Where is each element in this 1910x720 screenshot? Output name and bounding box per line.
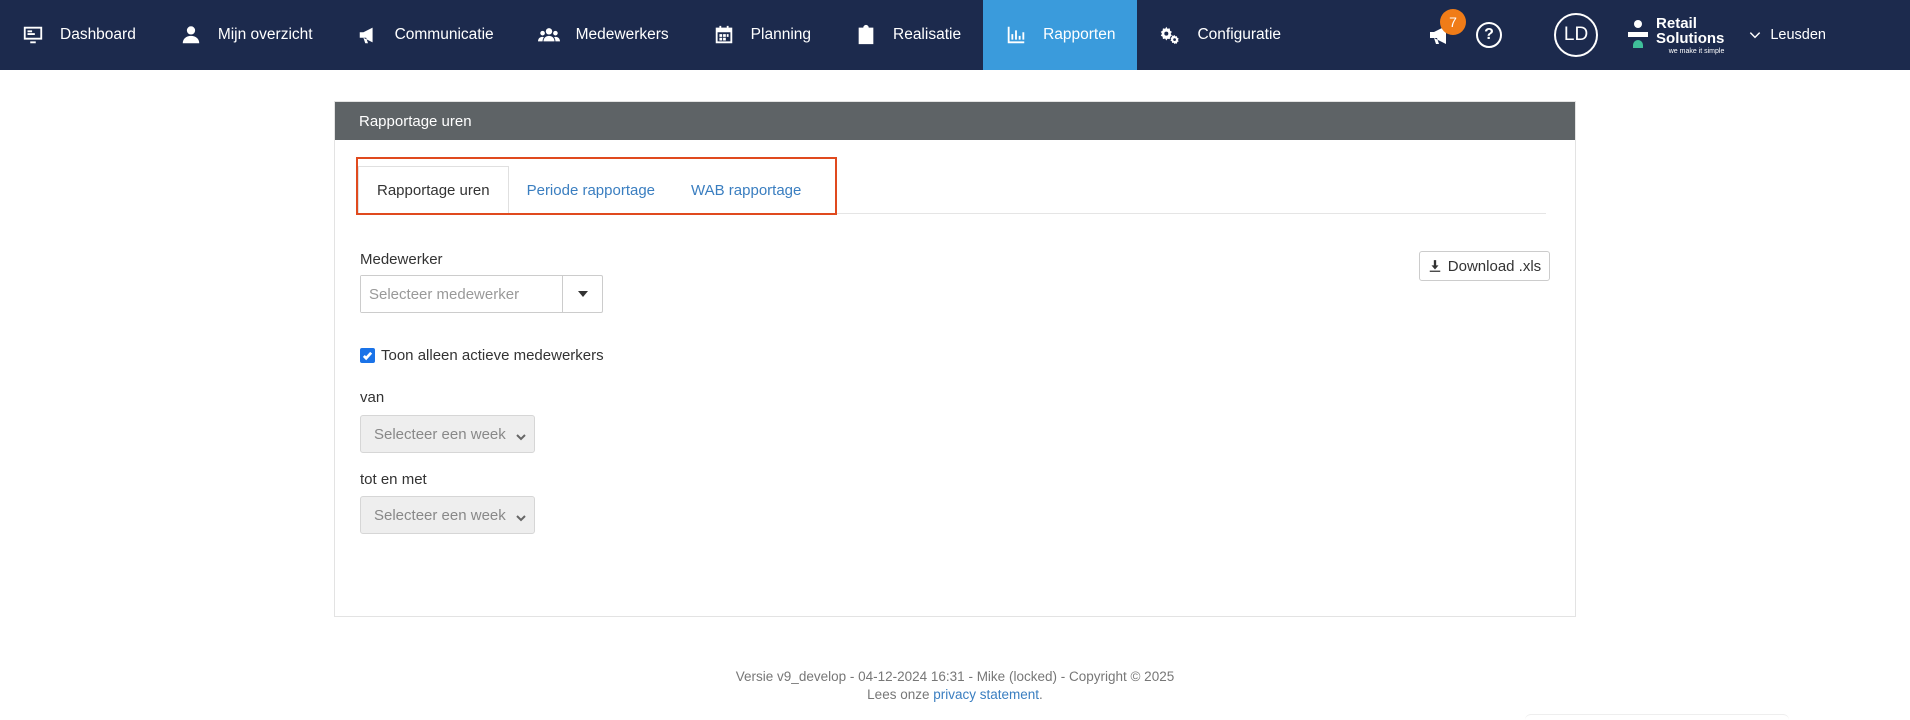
calendar-icon <box>713 24 735 46</box>
tot-label: tot en met <box>360 471 427 488</box>
nav-configuratie[interactable]: Configuratie <box>1137 0 1303 70</box>
chevron-down-icon <box>1750 32 1761 39</box>
chevron-down-icon <box>516 429 526 441</box>
version-line: Versie v9_develop - 04-12-2024 16:31 - M… <box>735 669 1175 684</box>
chevron-down-icon <box>516 510 526 522</box>
active-only-row: Toon alleen actieve medewerkers <box>360 347 604 364</box>
nav-label: Mijn overzicht <box>217 26 313 43</box>
nav-label: Realisatie <box>893 26 962 43</box>
panel-heading: Rapportage uren <box>335 102 1575 140</box>
van-select-value: Selecteer een week <box>374 425 506 443</box>
nav-label: Dashboard <box>60 26 136 43</box>
tab-rapportage-uren[interactable]: Rapportage uren <box>358 166 509 215</box>
nav-label: Planning <box>750 26 811 43</box>
medewerker-dropdown-toggle[interactable] <box>562 276 602 312</box>
van-label: van <box>360 389 385 406</box>
active-only-label: Toon alleen actieve medewerkers <box>381 347 604 364</box>
privacy-statement-link[interactable]: privacy statement <box>933 687 1039 702</box>
avatar[interactable]: LD <box>1554 13 1599 57</box>
nav-communicatie[interactable]: Communicatie <box>335 0 516 70</box>
tab-periode-rapportage[interactable]: Periode rapportage <box>509 166 673 214</box>
brand-mark-icon <box>1628 20 1649 50</box>
van-week-select[interactable]: Selecteer een week <box>360 415 535 453</box>
bar-chart-icon <box>1005 24 1027 46</box>
download-icon <box>1429 260 1441 272</box>
corner-widget-edge <box>1525 714 1789 720</box>
notification-badge: 7 <box>1440 9 1467 35</box>
clipboard-icon <box>855 24 877 46</box>
active-only-checkbox[interactable] <box>360 348 375 363</box>
location-selector[interactable]: Leusden <box>1748 27 1826 43</box>
footer: Versie v9_develop - 04-12-2024 16:31 - M… <box>0 668 1910 704</box>
medewerker-label: Medewerker <box>360 251 443 268</box>
gears-icon <box>1159 24 1181 46</box>
brand-line2: Solutions <box>1656 29 1725 47</box>
nav-dashboard[interactable]: Dashboard <box>0 0 158 70</box>
nav-planning[interactable]: Planning <box>691 0 833 70</box>
medewerker-combobox <box>360 275 603 313</box>
nav-rapporten[interactable]: Rapporten <box>983 0 1138 70</box>
nav-label: Medewerkers <box>575 26 669 43</box>
nav-medewerkers[interactable]: Medewerkers <box>516 0 691 70</box>
tab-wab-rapportage[interactable]: WAB rapportage <box>673 166 819 214</box>
brand-line1: Retail <box>1656 14 1697 32</box>
privacy-suffix: . <box>1039 687 1043 702</box>
nav-label: Configuratie <box>1197 26 1282 43</box>
nav-realisatie[interactable]: Realisatie <box>833 0 983 70</box>
help-icon[interactable]: ? <box>1476 22 1503 48</box>
megaphone-icon <box>357 24 379 46</box>
user-icon <box>180 24 202 46</box>
nav-mijn-overzicht[interactable]: Mijn overzicht <box>158 0 335 70</box>
top-navigation: Dashboard Mijn overzicht Communicatie Me… <box>0 0 1910 70</box>
monitor-icon <box>22 24 44 46</box>
users-icon <box>537 24 560 46</box>
nav-right-group: 7 ? LD Retail Solutions we make it simpl… <box>1422 0 1910 70</box>
caret-down-icon <box>577 291 588 297</box>
tot-week-select[interactable]: Selecteer een week <box>360 496 535 534</box>
nav-label: Communicatie <box>394 26 494 43</box>
download-label: Download .xls <box>1447 257 1542 275</box>
checkmark-icon <box>362 351 373 361</box>
brand-tagline: we make it simple <box>1668 47 1725 55</box>
medewerker-input[interactable] <box>361 276 562 312</box>
download-xls-button[interactable]: Download .xls <box>1419 251 1550 281</box>
report-panel: Rapportage uren Rapportage uren Periode … <box>334 101 1576 617</box>
location-label: Leusden <box>1770 27 1826 43</box>
report-tabs: Rapportage uren Periode rapportage WAB r… <box>358 166 1546 215</box>
privacy-prefix: Lees onze <box>867 687 930 702</box>
privacy-line: Lees onze privacy statement. <box>0 686 1910 704</box>
brand-logo: Retail Solutions we make it simple <box>1628 16 1724 55</box>
tot-select-value: Selecteer een week <box>374 506 506 524</box>
nav-label: Rapporten <box>1043 26 1116 43</box>
announcements-button[interactable]: 7 <box>1422 9 1467 53</box>
